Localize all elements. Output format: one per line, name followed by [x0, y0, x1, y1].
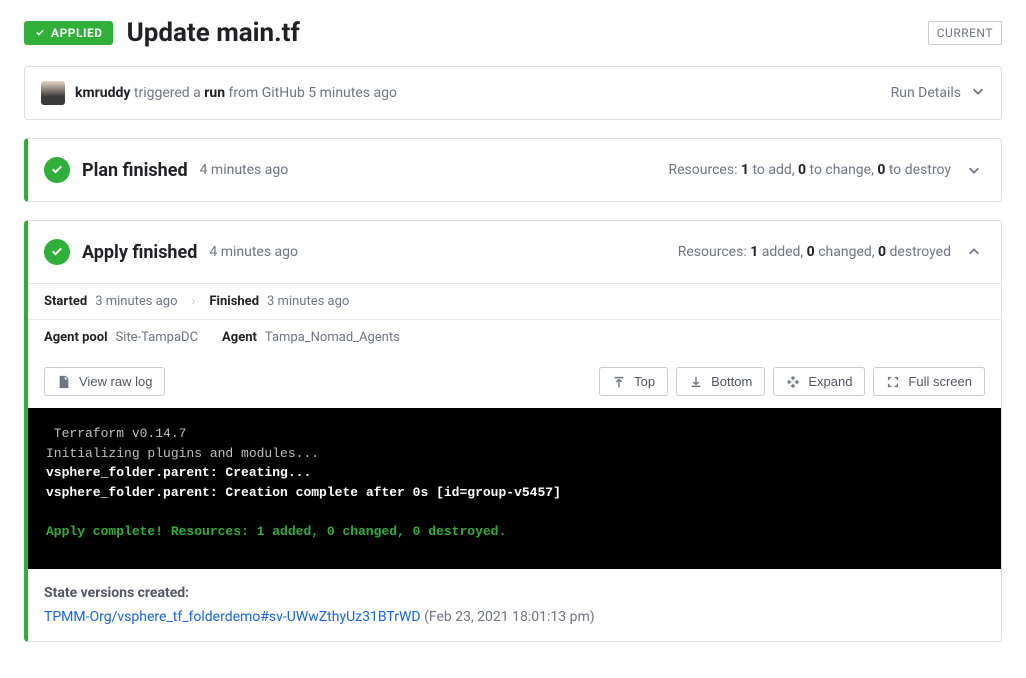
bottom-button[interactable]: Bottom	[676, 367, 765, 396]
log-nav-buttons: Top Bottom Expand Full screen	[599, 367, 985, 396]
terminal-line: vsphere_folder.parent: Creation complete…	[46, 485, 561, 500]
current-badge: CURRENT	[928, 21, 1002, 45]
applied-badge: APPLIED	[24, 21, 113, 45]
plan-card: Plan finished 4 minutes ago Resources: 1…	[24, 138, 1002, 202]
arrow-down-bar-icon	[689, 375, 703, 389]
plan-resources: Resources: 1 to add, 0 to change, 0 to d…	[669, 162, 952, 178]
expand-icon	[786, 375, 800, 389]
apply-resources: Resources: 1 added, 0 changed, 0 destroy…	[678, 244, 951, 260]
top-button[interactable]: Top	[599, 367, 668, 396]
started-time: 3 minutes ago	[95, 294, 177, 309]
trigger-suffix: from GitHub 5 minutes ago	[225, 85, 397, 101]
terminal-line: Initializing plugins and modules...	[46, 446, 319, 461]
apply-timing-row: Started 3 minutes ago › Finished 3 minut…	[28, 283, 1001, 319]
agent-label: Agent	[222, 330, 257, 345]
fullscreen-icon	[886, 375, 900, 389]
page-title: Update main.tf	[127, 18, 914, 48]
finished-time: 3 minutes ago	[267, 294, 349, 309]
page-header: APPLIED Update main.tf CURRENT	[24, 18, 1002, 48]
document-icon	[57, 375, 71, 389]
view-raw-log-button[interactable]: View raw log	[44, 367, 165, 396]
trigger-card: kmruddy triggered a run from GitHub 5 mi…	[24, 66, 1002, 120]
trigger-verb: triggered a	[130, 85, 204, 101]
apply-title: Apply finished	[82, 242, 197, 263]
apply-card: Apply finished 4 minutes ago Resources: …	[24, 220, 1002, 642]
state-version-row: TPMM-Org/vsphere_tf_folderdemo#sv-UWwZth…	[44, 609, 985, 625]
arrow-up-bar-icon	[612, 375, 626, 389]
state-versions-heading: State versions created:	[44, 585, 985, 601]
apply-collapse-toggle[interactable]	[963, 241, 985, 263]
finished-label: Finished	[209, 294, 259, 309]
trigger-user: kmruddy	[75, 85, 130, 101]
check-icon	[34, 27, 46, 39]
agent-value: Tampa_Nomad_Agents	[265, 330, 400, 345]
applied-badge-label: APPLIED	[51, 26, 103, 40]
expand-button[interactable]: Expand	[773, 367, 865, 396]
plan-header[interactable]: Plan finished 4 minutes ago Resources: 1…	[28, 139, 1001, 201]
state-version-timestamp: (Feb 23, 2021 18:01:13 pm)	[421, 609, 595, 625]
state-versions-section: State versions created: TPMM-Org/vsphere…	[28, 569, 1001, 641]
run-details-label: Run Details	[891, 85, 961, 101]
fullscreen-button[interactable]: Full screen	[873, 367, 985, 396]
trigger-object: run	[204, 85, 225, 101]
terminal-line: Apply complete! Resources: 1 added, 0 ch…	[46, 524, 506, 539]
agent-pool-label: Agent pool	[44, 330, 108, 345]
log-toolbar: View raw log Top Bottom Expand Full scre…	[28, 355, 1001, 408]
check-circle-icon	[44, 239, 70, 265]
agent-pool-value: Site-TampaDC	[116, 330, 199, 345]
state-version-link[interactable]: TPMM-Org/vsphere_tf_folderdemo#sv-UWwZth…	[44, 609, 421, 625]
run-details-toggle[interactable]: Run Details	[891, 84, 985, 102]
apply-time: 4 minutes ago	[209, 244, 298, 260]
terminal-line: Terraform v0.14.7	[46, 426, 186, 441]
plan-time: 4 minutes ago	[200, 162, 289, 178]
breadcrumb-separator: ›	[192, 294, 196, 309]
plan-expand-toggle[interactable]	[963, 159, 985, 181]
plan-title: Plan finished	[82, 160, 188, 181]
trigger-row: kmruddy triggered a run from GitHub 5 mi…	[25, 67, 1001, 119]
trigger-text: kmruddy triggered a run from GitHub 5 mi…	[75, 85, 891, 101]
avatar	[41, 81, 65, 105]
terminal-line: vsphere_folder.parent: Creating...	[46, 465, 311, 480]
apply-agent-row: Agent pool Site-TampaDC Agent Tampa_Noma…	[28, 319, 1001, 355]
check-circle-icon	[44, 157, 70, 183]
started-label: Started	[44, 294, 87, 309]
apply-header[interactable]: Apply finished 4 minutes ago Resources: …	[28, 221, 1001, 283]
chevron-down-icon	[971, 84, 985, 102]
terminal-output[interactable]: Terraform v0.14.7 Initializing plugins a…	[28, 408, 1001, 569]
